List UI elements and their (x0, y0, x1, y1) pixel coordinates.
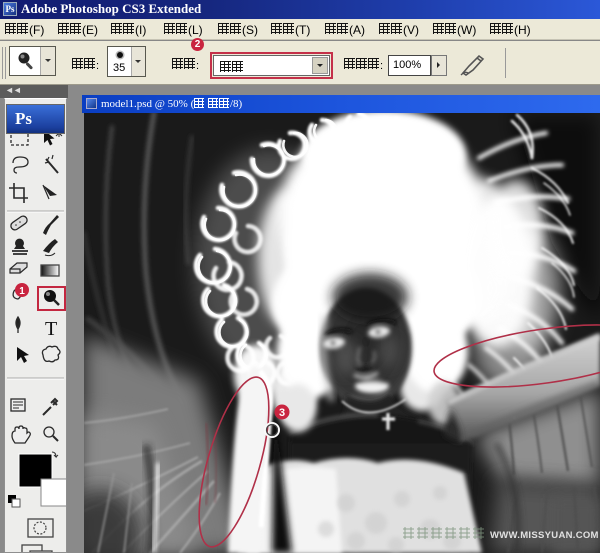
svg-text:WWW.MISSYUAN.COM: WWW.MISSYUAN.COM (490, 530, 599, 541)
svg-text:3: 3 (279, 407, 285, 419)
svg-text:T: T (45, 318, 57, 340)
svg-text:1: 1 (19, 286, 25, 297)
